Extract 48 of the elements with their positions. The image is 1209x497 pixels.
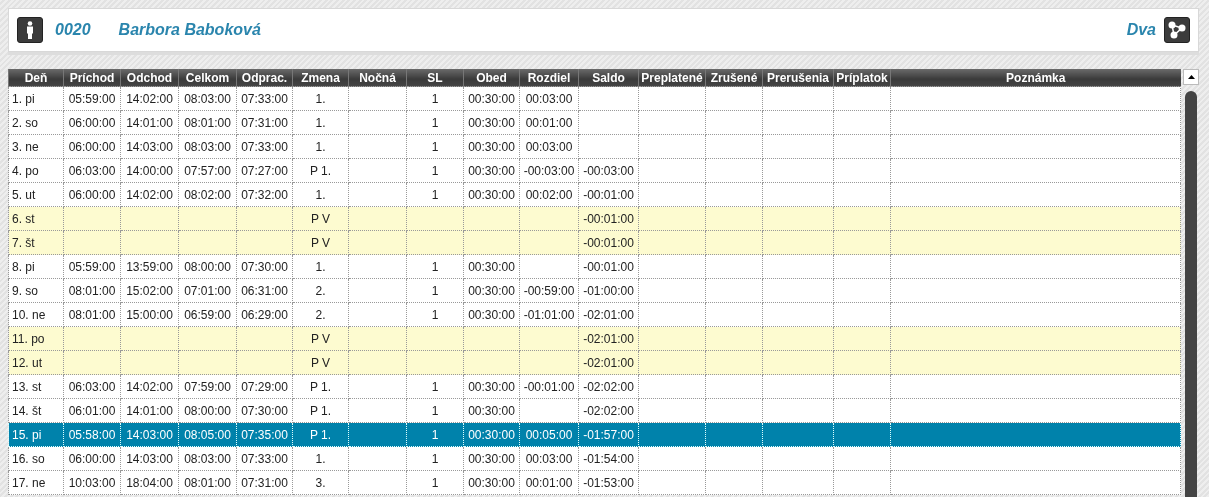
scroll-up-button[interactable] (1183, 69, 1199, 85)
table-cell: 14. št (8, 398, 64, 423)
table-cell: 4. po (8, 158, 64, 183)
table-cell: 3. ne (8, 134, 64, 159)
column-header[interactable]: Saldo (578, 69, 639, 87)
column-header[interactable]: Odprac. (236, 69, 293, 87)
table-cell: 00:03:00 (519, 86, 579, 111)
column-header[interactable]: Preplatené (638, 69, 706, 87)
table-cell: 1. pi (8, 86, 64, 111)
table-cell: 7. št (8, 230, 64, 255)
table-cell: 2. so (8, 110, 64, 135)
column-header[interactable]: Obed (463, 69, 520, 87)
column-header[interactable]: Rozdiel (519, 69, 579, 87)
column-header[interactable]: SL (406, 69, 464, 87)
column-header[interactable]: Deň (8, 69, 64, 87)
column-header[interactable]: Zmena (292, 69, 349, 87)
table-cell: 05:59:00 (63, 86, 121, 111)
person-icon (17, 17, 43, 43)
table-cell: 16. so (8, 446, 64, 471)
table-cell: 1 (406, 86, 464, 111)
up-arrow-icon (1187, 75, 1195, 79)
column-header[interactable]: Prerušenia (762, 69, 834, 87)
employee-number: 0020 (55, 21, 91, 39)
table-cell: 17. ne (8, 470, 64, 495)
table-cell: 5. ut (8, 182, 64, 207)
table-cell: 13. st (8, 374, 64, 399)
table-cell: 8. pi (8, 254, 64, 279)
table-cell: 6. st (8, 206, 64, 231)
table-cell: 10. ne (8, 302, 64, 327)
table-cell: 9. so (8, 278, 64, 303)
column-header[interactable]: Celkom (178, 69, 237, 87)
column-header[interactable]: Nočná (348, 69, 407, 87)
table-cell: 11. po (8, 326, 64, 351)
table-cell (833, 86, 891, 111)
table-cell (705, 86, 763, 111)
scrollbar-thumb[interactable] (1185, 91, 1197, 497)
column-header[interactable]: Zrušené (705, 69, 763, 87)
table-cell: 15. pi (8, 422, 64, 447)
table-cell: 12. ut (8, 350, 64, 375)
table-cell (638, 86, 706, 111)
group-name: Dva (1126, 21, 1156, 39)
table-cell (762, 86, 834, 111)
column-header[interactable]: Odchod (120, 69, 179, 87)
column-header[interactable]: Príchod (63, 69, 121, 87)
column-header[interactable]: Poznámka (890, 69, 1181, 87)
column-header[interactable]: Príplatok (833, 69, 891, 87)
nodes-icon[interactable] (1164, 17, 1190, 43)
employee-name: Barbora Baboková (118, 21, 261, 39)
